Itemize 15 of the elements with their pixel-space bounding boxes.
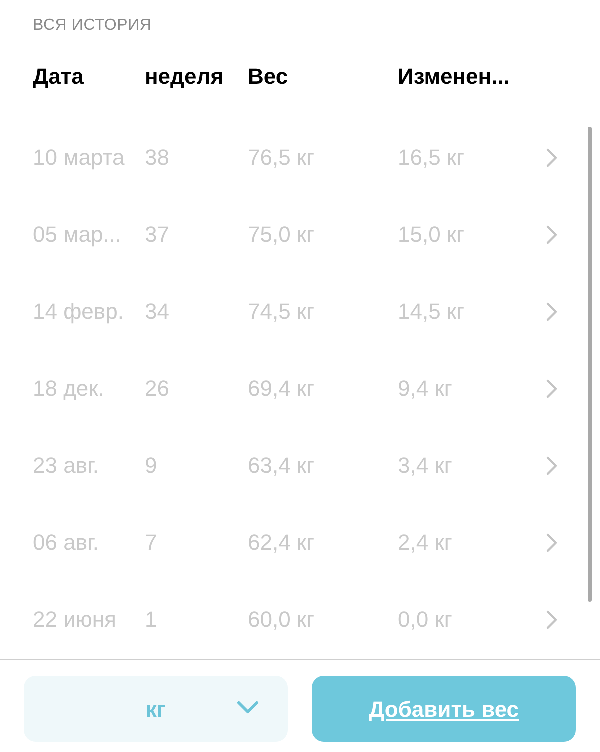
chevron-right-icon (546, 610, 558, 630)
unit-dropdown[interactable]: кг (24, 676, 288, 742)
column-header: Дата (33, 63, 85, 91)
chevron-right-icon (546, 378, 558, 398)
chevron-right-icon (546, 224, 558, 244)
chevron-right-icon (546, 456, 558, 476)
chevron-down-icon (236, 700, 260, 716)
column-header: Изменен... (398, 63, 511, 91)
chevron-right-icon (546, 148, 558, 168)
section-title: ВСЯ ИСТОРИЯ (32, 16, 153, 36)
add-weight-button[interactable]: Добавить вес (312, 676, 576, 742)
column-header: Вес (248, 63, 290, 91)
column-header: неделя (145, 63, 225, 91)
chevron-right-icon (546, 302, 558, 322)
chevron-right-icon (546, 532, 558, 552)
